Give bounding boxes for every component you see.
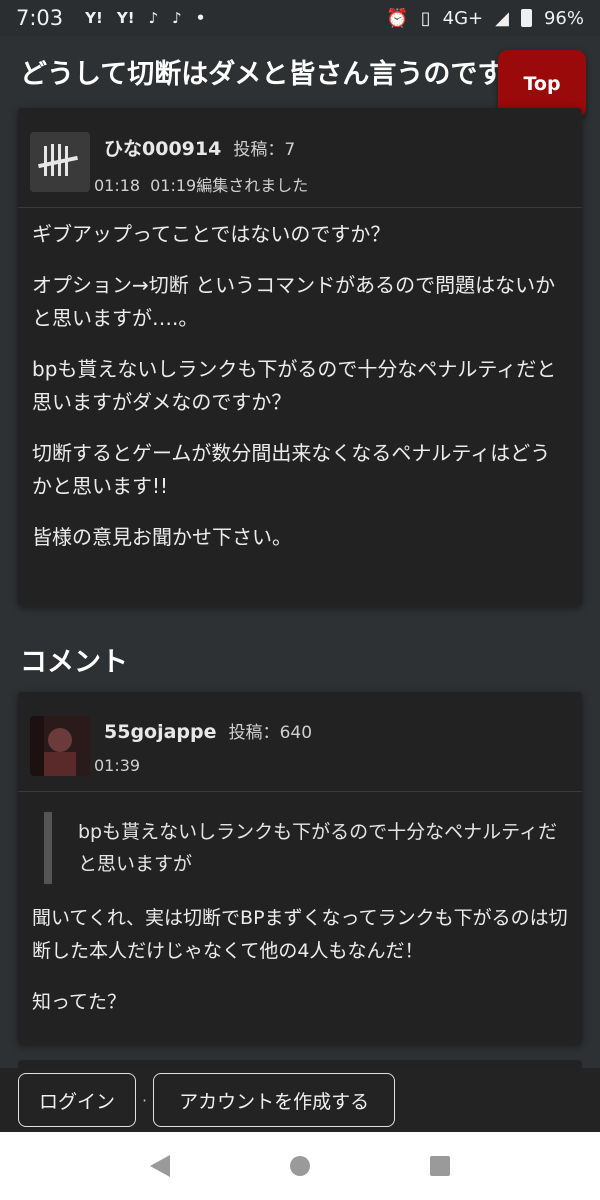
alarm-icon: ⏰ bbox=[386, 7, 409, 29]
yahoo-icon: Y! bbox=[85, 9, 103, 27]
create-account-button[interactable]: アカウントを作成する bbox=[153, 1073, 396, 1127]
network-label: 4G+ bbox=[442, 7, 484, 29]
auth-bar: ログイン · アカウントを作成する bbox=[0, 1068, 600, 1132]
comment-body: bpも貰えないしランクも下がるので十分なペナルティだと思いますが 聞いてくれ、実… bbox=[18, 792, 582, 1019]
status-bar: 7:03 Y! Y! ♪ ♪ • ⏰ ▯ 4G+ ◢ 96% bbox=[0, 0, 600, 36]
comment-card: 55gojappe 投稿：640 01:39 bpも貰えないしランクも下がるので… bbox=[18, 692, 582, 1044]
recent-apps-icon[interactable] bbox=[430, 1156, 450, 1176]
quote-block: bpも貰えないしランクも下がるので十分なペナルティだと思いますが bbox=[44, 812, 568, 884]
tiktok-icon: ♪ bbox=[172, 9, 182, 27]
post-paragraph: 皆様の意見お聞かせ下さい。 bbox=[32, 525, 292, 549]
vibrate-icon: ▯ bbox=[420, 7, 431, 29]
user-photo-icon bbox=[30, 716, 90, 776]
page-title: どうして切断はダメと皆さん言うのですか bbox=[20, 59, 532, 90]
author-name[interactable]: 55gojappe bbox=[104, 721, 217, 743]
post-body: ギブアップってことではないのですか？ オプション→切断 というコマンドがあるので… bbox=[18, 208, 582, 554]
status-time: 7:03 bbox=[16, 6, 64, 30]
post-count: 640 bbox=[279, 723, 313, 743]
battery-level: 96% bbox=[543, 7, 584, 29]
android-nav-bar bbox=[0, 1132, 600, 1200]
comment-time: 01:39 bbox=[94, 756, 141, 775]
tiktok-icon: ♪ bbox=[148, 9, 159, 27]
avatar[interactable] bbox=[30, 132, 90, 192]
comment-paragraph: 知ってた？ bbox=[32, 991, 127, 1013]
back-icon[interactable] bbox=[150, 1155, 170, 1177]
post-count: 7 bbox=[284, 140, 296, 160]
post-card: ひな000914 投稿：7 01:18 01:19編集されました ギブアップってこ… bbox=[18, 108, 582, 606]
post-paragraph: オプション→切断 というコマンドがあるので問題はないかと思いますが….。 bbox=[32, 273, 556, 330]
dbd-logo-icon bbox=[38, 144, 78, 176]
battery-icon bbox=[520, 9, 532, 27]
author-name[interactable]: ひな000914 bbox=[104, 138, 221, 160]
post-time: 01:18 bbox=[94, 176, 141, 195]
dot-icon: • bbox=[195, 9, 206, 27]
avatar[interactable] bbox=[30, 716, 90, 776]
comment-time-line: 01:39 bbox=[94, 756, 140, 775]
post-count-label: 投稿： bbox=[233, 140, 285, 160]
comment-paragraph: 聞いてくれ、実は切断でBPまずくなってランクも下がるのは切断した本人だけじゃなく… bbox=[32, 907, 568, 962]
post-count-label: 投稿： bbox=[228, 723, 280, 743]
login-button[interactable]: ログイン bbox=[18, 1073, 136, 1127]
comment-header: 55gojappe 投稿：640 01:39 bbox=[18, 692, 582, 792]
home-icon[interactable] bbox=[290, 1156, 310, 1176]
author-line: ひな000914 投稿：7 bbox=[104, 134, 295, 161]
author-line: 55gojappe 投稿：640 bbox=[104, 718, 312, 743]
edited-note: 01:19編集されました bbox=[150, 176, 309, 195]
yahoo-icon: Y! bbox=[116, 9, 135, 27]
auth-separator: · bbox=[142, 1090, 148, 1110]
post-paragraph: bpも貰えないしランクも下がるので十分なペナルティだと思いますがダメなのですか？ bbox=[32, 357, 557, 414]
post-paragraph: ギブアップってことではないのですか？ bbox=[32, 222, 391, 246]
signal-icon: ◢ bbox=[495, 7, 509, 29]
post-header: ひな000914 投稿：7 01:18 01:19編集されました bbox=[18, 108, 582, 208]
post-time-line: 01:18 01:19編集されました bbox=[94, 172, 308, 196]
post-paragraph: 切断するとゲームが数分間出来なくなるペナルティはどうかと思います!! bbox=[32, 441, 551, 498]
comments-heading: コメント bbox=[20, 647, 128, 678]
